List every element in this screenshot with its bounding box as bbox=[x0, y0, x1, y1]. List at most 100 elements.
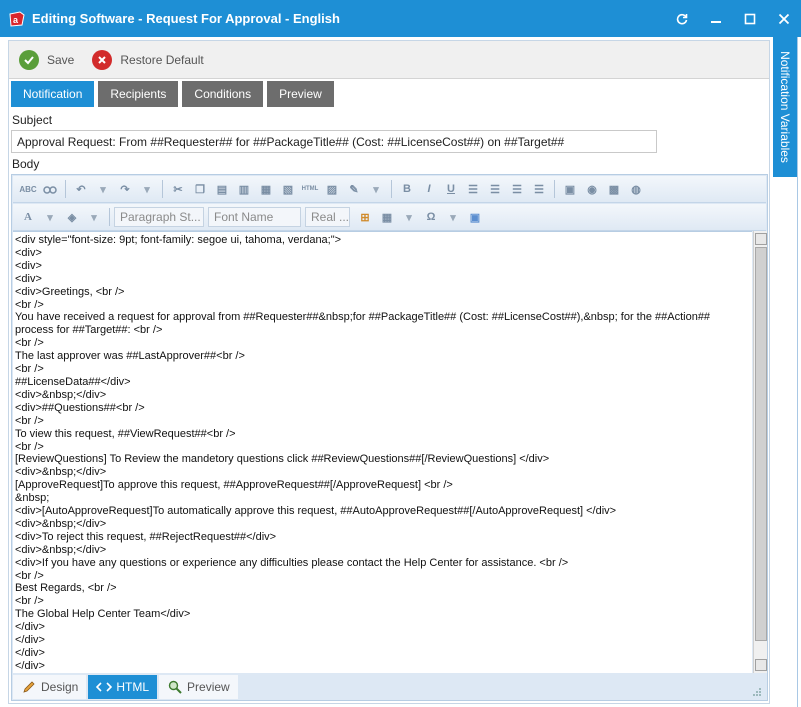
source-line: <div>To reject this request, ##RejectReq… bbox=[15, 530, 277, 543]
html-source-area[interactable]: <div style="font-size: 9pt; font-family:… bbox=[13, 231, 752, 673]
highlight-dropdown-icon[interactable]: ▾ bbox=[86, 209, 102, 225]
format-dropdown-icon[interactable]: ▾ bbox=[368, 181, 384, 197]
mode-html-label: HTML bbox=[116, 680, 150, 694]
resize-grip-icon[interactable] bbox=[752, 686, 762, 696]
media-icon[interactable]: ▩ bbox=[606, 181, 622, 197]
source-line: <br /> bbox=[15, 440, 44, 453]
source-line: <div>Greetings, <br /> bbox=[15, 285, 125, 298]
tab-conditions[interactable]: Conditions bbox=[182, 81, 264, 107]
module-icon[interactable]: ▣ bbox=[467, 209, 483, 225]
copy-icon[interactable]: ❐ bbox=[192, 181, 208, 197]
paste-icon[interactable]: ▤ bbox=[214, 181, 230, 197]
main-content: Save Restore Default Notification Recipi… bbox=[8, 40, 770, 704]
omega-dropdown-icon[interactable]: ▾ bbox=[445, 209, 461, 225]
cut-icon[interactable]: ✂ bbox=[170, 181, 186, 197]
source-line: ##LicenseData##</div> bbox=[15, 375, 131, 388]
source-line: The last approver was ##LastApprover##<b… bbox=[15, 350, 245, 363]
tab-preview[interactable]: Preview bbox=[267, 81, 334, 107]
scroll-up-icon[interactable] bbox=[755, 233, 767, 245]
maximize-button[interactable] bbox=[733, 0, 767, 37]
paste-format-icon[interactable]: ▧ bbox=[280, 181, 296, 197]
source-line: You have received a request for approval… bbox=[15, 311, 714, 337]
right-panel-border bbox=[797, 37, 801, 707]
tab-notification[interactable]: Notification bbox=[11, 81, 95, 107]
source-line: <div>&nbsp;</div> bbox=[15, 543, 107, 556]
source-line: <br /> bbox=[15, 337, 44, 350]
refresh-button[interactable] bbox=[665, 0, 699, 37]
align-right-icon[interactable]: ☰ bbox=[531, 181, 547, 197]
align-center-icon[interactable]: ☰ bbox=[465, 181, 481, 197]
html-editor: ABC ↶ ▾ ↷ ▾ ✂ ❐ ▤ ▥ ▦ ▧ HTML ▨ ✎ ▾ B I U… bbox=[11, 174, 768, 701]
checkmark-icon bbox=[19, 49, 39, 70]
font-color-icon[interactable]: A bbox=[20, 209, 36, 225]
redo-icon[interactable]: ↷ bbox=[117, 181, 133, 197]
close-button[interactable] bbox=[767, 0, 801, 37]
mode-html-button[interactable]: HTML bbox=[88, 675, 158, 699]
tab-recipients[interactable]: Recipients bbox=[98, 81, 179, 107]
image-icon[interactable]: ▣ bbox=[562, 181, 578, 197]
cancel-icon bbox=[92, 49, 113, 70]
source-line: Best Regards, <br /> bbox=[15, 582, 117, 595]
insert-symbol-icon[interactable]: ⊞ bbox=[357, 209, 373, 225]
source-line: <div>&nbsp;</div> bbox=[15, 388, 107, 401]
undo-icon[interactable]: ↶ bbox=[73, 181, 89, 197]
find-icon[interactable] bbox=[42, 181, 58, 197]
magnifier-icon bbox=[167, 679, 183, 695]
mode-design-button[interactable]: Design bbox=[13, 675, 87, 699]
editor-mode-bar: Design HTML Preview bbox=[13, 674, 766, 700]
font-color-dropdown-icon[interactable]: ▾ bbox=[42, 209, 58, 225]
source-line: <br /> bbox=[15, 414, 44, 427]
redo-dropdown-icon[interactable]: ▾ bbox=[139, 181, 155, 197]
title-bar: a Editing Software - Request For Approva… bbox=[0, 0, 801, 37]
side-tab-label: Notification Variables bbox=[778, 51, 792, 163]
font-size-dropdown[interactable]: Real ... bbox=[305, 207, 350, 227]
subject-input[interactable] bbox=[11, 130, 657, 153]
window-title: Editing Software - Request For Approval … bbox=[32, 11, 340, 26]
minimize-icon bbox=[711, 20, 721, 23]
paragraph-style-dropdown[interactable]: Paragraph St... bbox=[114, 207, 204, 227]
mode-preview-label: Preview bbox=[187, 680, 230, 694]
restore-default-button[interactable]: Restore Default bbox=[92, 49, 204, 70]
minimize-button[interactable] bbox=[699, 0, 733, 37]
link-icon[interactable]: ◍ bbox=[628, 181, 644, 197]
format-stripper-icon[interactable]: ✎ bbox=[346, 181, 362, 197]
source-line: <br /> bbox=[15, 569, 44, 582]
flash-icon[interactable]: ◉ bbox=[584, 181, 600, 197]
omega-icon[interactable]: Ω bbox=[423, 209, 439, 225]
code-icon bbox=[96, 679, 113, 695]
undo-dropdown-icon[interactable]: ▾ bbox=[95, 181, 111, 197]
source-line: <div style="font-size: 9pt; font-family:… bbox=[15, 234, 342, 246]
italic-icon[interactable]: I bbox=[421, 181, 437, 197]
subject-label: Subject bbox=[12, 113, 53, 127]
source-line: <br /> bbox=[15, 363, 44, 376]
highlight-icon[interactable]: ◈ bbox=[64, 209, 80, 225]
notification-variables-tab[interactable]: Notification Variables bbox=[773, 37, 797, 177]
editor-toolbar-row-1: ABC ↶ ▾ ↷ ▾ ✂ ❐ ▤ ▥ ▦ ▧ HTML ▨ ✎ ▾ B I U… bbox=[13, 176, 766, 203]
table-icon[interactable]: ▦ bbox=[379, 209, 395, 225]
paste-word-icon[interactable]: ▦ bbox=[258, 181, 274, 197]
spellcheck-icon[interactable]: ABC bbox=[19, 181, 36, 197]
tab-bar: Notification Recipients Conditions Previ… bbox=[11, 81, 338, 107]
bold-icon[interactable]: B bbox=[399, 181, 415, 197]
close-icon bbox=[778, 13, 790, 24]
mode-preview-button[interactable]: Preview bbox=[159, 675, 238, 699]
underline-icon[interactable]: U bbox=[443, 181, 459, 197]
refresh-icon bbox=[676, 13, 688, 24]
source-line: <br /> bbox=[15, 595, 44, 608]
main-toolbar: Save Restore Default bbox=[9, 41, 769, 79]
align-justify-icon[interactable]: ☰ bbox=[487, 181, 503, 197]
vertical-scrollbar[interactable] bbox=[753, 231, 767, 673]
table-dropdown-icon[interactable]: ▾ bbox=[401, 209, 417, 225]
paste-clean-icon[interactable]: ▨ bbox=[324, 181, 340, 197]
paste-text-icon[interactable]: ▥ bbox=[236, 181, 252, 197]
source-line: </div> bbox=[15, 659, 45, 672]
source-line: &nbsp; bbox=[15, 492, 50, 505]
save-button[interactable]: Save bbox=[19, 49, 74, 70]
source-line: <div>##Questions##<br /> bbox=[15, 401, 145, 414]
scroll-down-icon[interactable] bbox=[755, 659, 767, 671]
source-line: [ReviewQuestions] To Review the mandetor… bbox=[15, 453, 550, 466]
paste-html-icon[interactable]: HTML bbox=[302, 181, 319, 197]
align-left-icon[interactable]: ☰ bbox=[509, 181, 525, 197]
font-name-dropdown[interactable]: Font Name bbox=[208, 207, 301, 227]
scroll-thumb[interactable] bbox=[755, 247, 767, 641]
